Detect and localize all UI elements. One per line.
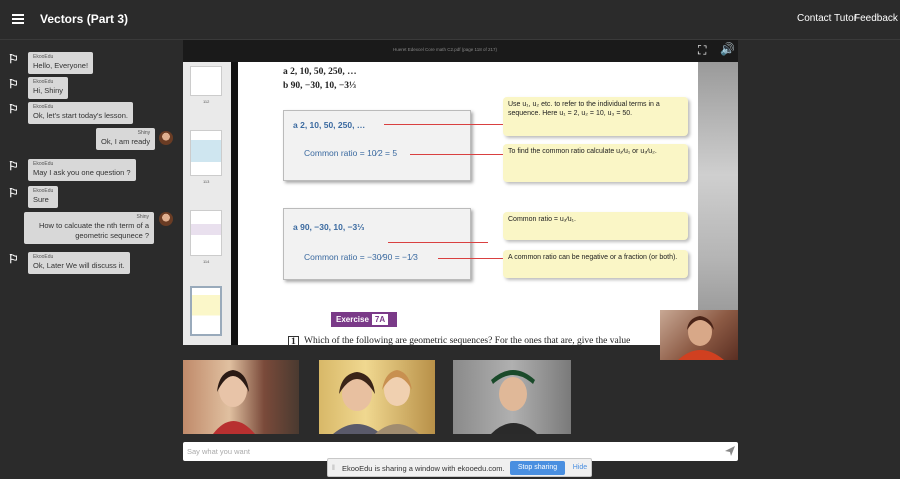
chat-sender: EkooEdu	[33, 104, 54, 110]
pointer-line	[438, 258, 504, 259]
stop-sharing-button[interactable]: Stop sharing	[510, 461, 565, 475]
participant-video[interactable]	[453, 360, 571, 434]
chat-message: EkooEdu Sure	[28, 186, 59, 208]
chat-sender: EkooEdu	[33, 54, 54, 60]
example-box-1: a 2, 10, 50, 250, … Common ratio = 10⁄2 …	[283, 110, 471, 181]
example-1-sequence: a 2, 10, 50, 250, …	[293, 120, 366, 130]
send-icon[interactable]	[724, 445, 736, 457]
contact-tutor-link[interactable]: Contact Tutor	[797, 13, 857, 24]
participant-silhouette	[213, 370, 255, 434]
chat-message: EkooEdu Hi, Shiny	[28, 77, 69, 99]
pointer-line	[410, 154, 504, 155]
top-bar: Vectors (Part 3) Contact Tutor Feedback	[0, 0, 900, 40]
chat-message: Shiny Ok, I am ready	[96, 128, 156, 150]
chat-message: Shiny How to calcuate the nth term of a g…	[24, 212, 154, 244]
exercise-label: Exercise	[336, 315, 369, 324]
ekooedu-logo-icon: ⚐	[8, 159, 19, 173]
note-terms: Use u₁, u₂ etc. to refer to the individu…	[503, 97, 688, 136]
page-thumbnail[interactable]	[190, 66, 222, 96]
screen-share-bar: ‖ EkooEdu is sharing a window with ekooe…	[327, 458, 592, 477]
participant-silhouette	[333, 370, 419, 434]
sequence-line-b: b 90, −30, 10, −3⅓	[283, 81, 357, 91]
volume-icon[interactable]: 🔊	[720, 42, 735, 56]
chat-panel: ⚐ EkooEdu Hello, Everyone! ⚐ EkooEdu Hi, S…	[0, 44, 178, 444]
note-common-ratio: To find the common ratio calculate u₂⁄u₁…	[503, 144, 688, 182]
exercise-number: 7A	[371, 314, 389, 325]
chat-message: EkooEdu Hello, Everyone!	[28, 52, 94, 74]
exercise-heading: Exercise 7A	[331, 312, 397, 327]
chat-sender: EkooEdu	[33, 161, 54, 167]
question-number: 1	[288, 336, 299, 345]
thumbnail-page-number: 112	[203, 99, 210, 104]
chat-message: EkooEdu May I ask you one question ?	[28, 159, 136, 181]
chat-sender: Shiny	[136, 214, 149, 220]
tutor-silhouette	[678, 316, 724, 360]
example-1-ratio: Common ratio = 10⁄2 = 5	[304, 148, 398, 158]
chat-sender: EkooEdu	[33, 79, 54, 85]
hamburger-icon[interactable]	[12, 14, 24, 24]
pointer-line	[384, 124, 504, 125]
chat-message: EkooEdu Ok, let's start today's lesson.	[28, 102, 133, 124]
page-title: Vectors (Part 3)	[40, 12, 129, 26]
chat-text: May I ask you one question ?	[33, 168, 131, 177]
chat-text: How to calcuate the nth term of a geomet…	[38, 221, 149, 240]
chat-text: Hi, Shiny	[33, 86, 64, 95]
example-2-ratio: Common ratio = −30⁄90 = −1⁄3	[304, 252, 418, 262]
hide-button[interactable]: Hide	[570, 461, 590, 475]
tutor-video[interactable]	[660, 310, 738, 360]
chat-text: Sure	[33, 195, 49, 204]
example-2-sequence: a 90, −30, 10, −3⅓	[293, 222, 365, 232]
note-negative-fraction: A common ratio can be negative or a frac…	[503, 250, 688, 278]
ekooedu-logo-icon: ⚐	[8, 102, 19, 116]
share-status-text: EkooEdu is sharing a window with ekooedu…	[342, 464, 505, 473]
shared-window-background	[698, 62, 738, 345]
chat-text: Hello, Everyone!	[33, 61, 89, 70]
document-title: Hueret Edexcel Core math C2.pdf (page 11…	[393, 47, 497, 52]
chat-text: Ok, let's start today's lesson.	[33, 111, 128, 120]
avatar	[159, 131, 173, 145]
participant-silhouette	[491, 370, 537, 434]
participant-video[interactable]	[319, 360, 435, 434]
document-page: a 2, 10, 50, 250, … b 90, −30, 10, −3⅓ a…	[238, 62, 698, 345]
example-box-2: a 90, −30, 10, −3⅓ Common ratio = −30⁄90…	[283, 208, 471, 280]
ekooedu-logo-icon: ⚐	[8, 186, 19, 200]
page-thumbnail-current[interactable]	[190, 286, 222, 336]
note-ratio-formula: Common ratio = u₂⁄u₁.	[503, 212, 688, 240]
pointer-line	[388, 242, 488, 243]
page-thumbnail[interactable]	[190, 130, 222, 176]
page-thumbnails: 112 113 114	[183, 62, 231, 345]
question-text: Which of the following are geometric seq…	[304, 336, 631, 345]
ekooedu-logo-icon: ⚐	[8, 52, 19, 66]
sequence-line-a: a 2, 10, 50, 250, …	[283, 67, 357, 77]
drag-handle-icon[interactable]: ‖	[332, 464, 337, 473]
ekooedu-logo-icon: ⚐	[8, 252, 19, 266]
document-toolbar: Hueret Edexcel Core math C2.pdf (page 11…	[183, 40, 738, 62]
chat-text: Ok, I am ready	[101, 137, 151, 146]
ekooedu-logo-icon: ⚐	[8, 77, 19, 91]
chat-sender: Shiny	[137, 130, 151, 136]
chat-text: Ok, Later We will discuss it.	[33, 261, 125, 270]
chat-sender: EkooEdu	[33, 254, 54, 260]
thumbnail-page-number: 114	[203, 259, 210, 264]
chat-message: EkooEdu Ok, Later We will discuss it.	[28, 252, 130, 274]
feedback-link[interactable]: Feedback	[854, 13, 898, 24]
shared-document-viewer[interactable]: Hueret Edexcel Core math C2.pdf (page 11…	[183, 40, 738, 345]
participant-video[interactable]	[183, 360, 299, 434]
chat-sender: EkooEdu	[33, 188, 54, 194]
chat-input[interactable]	[187, 445, 707, 458]
avatar	[159, 212, 173, 226]
fullscreen-icon[interactable]: ⛶	[698, 43, 714, 57]
page-thumbnail[interactable]	[190, 210, 222, 256]
thumbnail-page-number: 113	[203, 179, 210, 184]
